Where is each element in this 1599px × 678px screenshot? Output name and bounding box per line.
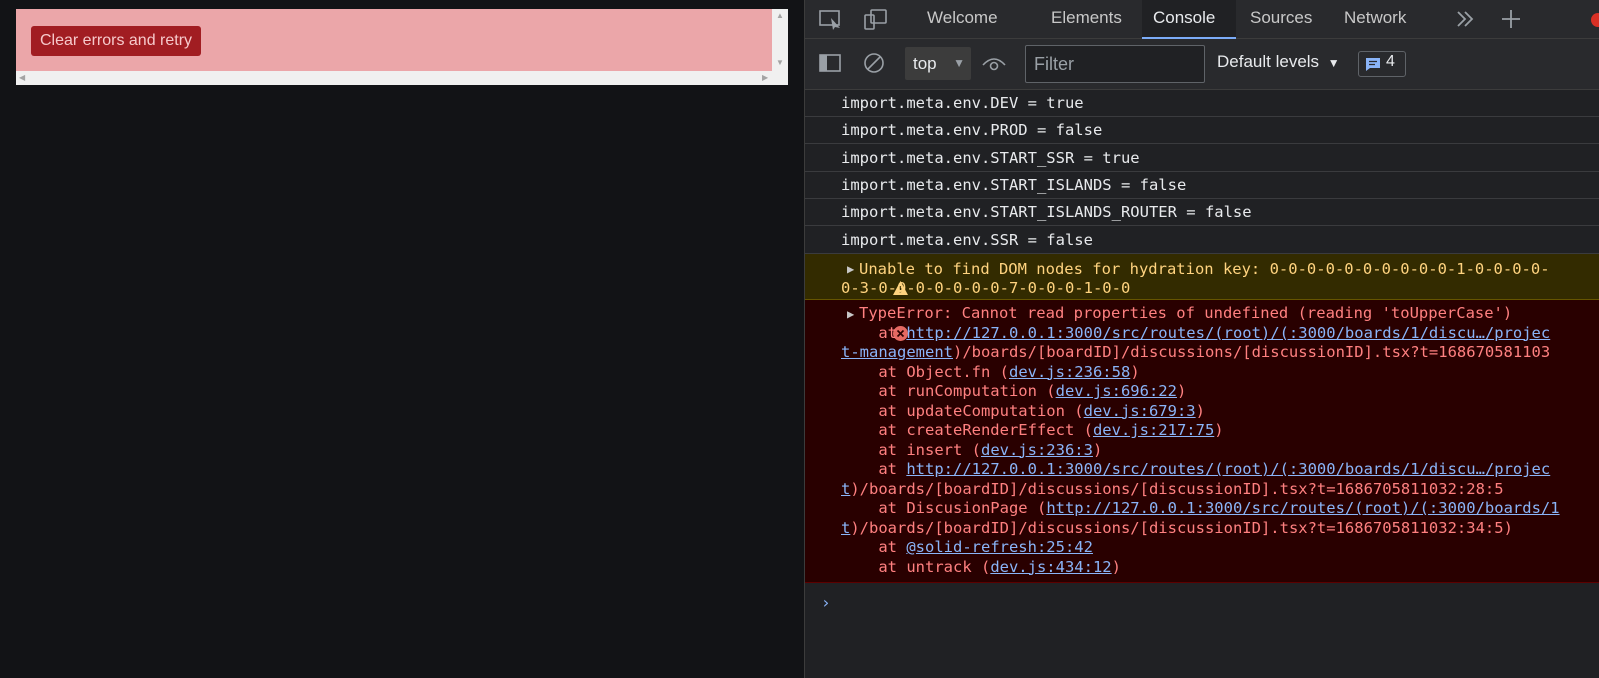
- tab-sources[interactable]: Sources: [1239, 0, 1323, 39]
- scroll-left-icon[interactable]: ◀: [19, 74, 25, 82]
- sidebar-toggle-icon[interactable]: [818, 52, 844, 74]
- tab-welcome[interactable]: Welcome: [916, 0, 1009, 39]
- console-prompt-icon[interactable]: ›: [821, 593, 831, 612]
- frame-horizontal-scrollbar[interactable]: ◀ ▶: [16, 71, 772, 85]
- stack-frame-text: )/boards/[boardID]/discussions/[discussi…: [850, 518, 1513, 537]
- stack-frame-text: at: [841, 538, 907, 556]
- issues-indicator-icon[interactable]: [1569, 9, 1599, 31]
- scroll-right-icon[interactable]: ▶: [762, 74, 768, 82]
- stack-frame-text: ): [1130, 362, 1140, 381]
- source-link[interactable]: http://127.0.0.1:3000/src/routes/(root)/…: [1046, 499, 1559, 517]
- stack-frame-text: ): [1214, 421, 1224, 439]
- console-output: import.meta.env.DEV = true import.meta.e…: [805, 90, 1599, 678]
- error-banner: Clear errors and retry: [16, 9, 772, 71]
- stack-frame-text: at insert (: [841, 440, 981, 459]
- source-link[interactable]: dev.js:217:75: [1093, 421, 1214, 439]
- expand-triangle-icon[interactable]: ▶: [847, 305, 854, 325]
- source-link[interactable]: http://127.0.0.1:3000/src/routes/(root)/…: [906, 460, 1550, 478]
- stack-frame: at http://127.0.0.1:3000/src/routes/(roo…: [841, 460, 1550, 480]
- log-levels-label: Default levels: [1217, 52, 1320, 71]
- clear-console-icon[interactable]: [862, 52, 888, 74]
- log-line: import.meta.env.START_ISLANDS = false: [805, 172, 1599, 199]
- stack-frame: t)/boards/[boardID]/discussions/[discuss…: [841, 480, 1504, 500]
- chevron-down-icon: ▼: [953, 56, 965, 70]
- warning-message-cont: 0-3-0-0-0-0-0-0-0-7-0-0-0-1-0-0: [841, 279, 1131, 297]
- expand-triangle-icon[interactable]: ▶: [847, 260, 854, 280]
- type-error-message: ▶ TypeError: Cannot read properties of u…: [805, 300, 1599, 583]
- stack-frame-text: ): [1176, 382, 1187, 400]
- source-link[interactable]: t-management: [841, 343, 953, 361]
- stack-frame-text: ): [1111, 557, 1121, 576]
- stack-frame-text: at untrack (: [841, 557, 991, 576]
- source-link[interactable]: http://127.0.0.1:3000/src/routes/(root)/…: [906, 324, 1550, 342]
- caret-down-icon: ▼: [1327, 56, 1340, 70]
- console-toolbar: top ▼ Default levels ▼ 4: [805, 39, 1599, 90]
- stack-frame: at runComputation (dev.js:696:22): [841, 382, 1186, 402]
- context-value: top: [913, 54, 937, 73]
- stack-frame-text: at DiscusionPage (: [841, 499, 1047, 517]
- warning-message: Unable to find DOM nodes for hydration k…: [859, 260, 1550, 278]
- more-tabs-icon[interactable]: [1453, 8, 1479, 30]
- log-line: import.meta.env.SSR = false: [805, 227, 1599, 254]
- source-link[interactable]: t: [841, 480, 850, 498]
- add-tab-icon[interactable]: [1498, 8, 1524, 30]
- source-link[interactable]: dev.js:696:22: [1056, 382, 1177, 400]
- error-frame: Clear errors and retry ▲ ▼ ◀ ▶: [16, 9, 788, 85]
- device-toolbar-icon[interactable]: [863, 9, 889, 31]
- stack-frame-text: ): [1092, 440, 1103, 459]
- source-link[interactable]: t: [841, 519, 850, 537]
- source-link[interactable]: dev.js:679:3: [1084, 402, 1196, 420]
- context-selector[interactable]: top ▼: [905, 47, 971, 80]
- stack-frame-text: at: [841, 460, 907, 478]
- filter-input[interactable]: [1025, 45, 1205, 83]
- stack-frame-text: )/boards/[boardID]/discussions/[discussi…: [850, 479, 1504, 498]
- devtools-panel: Welcome Elements Console Sources Network…: [804, 0, 1599, 678]
- source-link[interactable]: dev.js:236:3: [981, 441, 1093, 459]
- messages-badge[interactable]: 4: [1358, 51, 1406, 77]
- log-line: import.meta.env.START_SSR = true: [805, 145, 1599, 172]
- stack-frame-text: at runComputation (: [841, 382, 1056, 400]
- frame-vertical-scrollbar[interactable]: ▲ ▼: [772, 9, 788, 71]
- stack-frame-text: at createRenderEffect (: [841, 421, 1093, 439]
- stack-frame: at http://127.0.0.1:3000/src/routes/(roo…: [841, 324, 1550, 344]
- stack-frame: t)/boards/[boardID]/discussions/[discuss…: [841, 519, 1513, 539]
- stack-frame: at updateComputation (dev.js:679:3): [841, 402, 1205, 422]
- stack-frame-text: )/boards/[boardID]/discussions/[discussi…: [952, 343, 1551, 361]
- stack-frame: t-management)/boards/[boardID]/discussio…: [841, 343, 1550, 363]
- hydration-warning: ▶ Unable to find DOM nodes for hydration…: [805, 254, 1599, 300]
- stack-frame: at insert (dev.js:236:3): [841, 441, 1102, 461]
- tab-elements[interactable]: Elements: [1040, 0, 1133, 39]
- stack-frame: at @solid-refresh:25:42: [841, 538, 1093, 558]
- page-viewport: Clear errors and retry ▲ ▼ ◀ ▶: [0, 0, 804, 678]
- tab-console[interactable]: Console: [1142, 0, 1236, 39]
- log-levels-dropdown[interactable]: Default levels ▼: [1217, 52, 1340, 72]
- log-line: import.meta.env.START_ISLANDS_ROUTER = f…: [805, 199, 1599, 226]
- scroll-up-icon[interactable]: ▲: [776, 12, 784, 20]
- stack-frame: at Object.fn (dev.js:236:58): [841, 362, 1140, 383]
- source-link[interactable]: dev.js:236:58: [1009, 363, 1130, 381]
- scroll-down-icon[interactable]: ▼: [776, 59, 784, 67]
- stack-frame-text: at Object.fn (: [841, 362, 1009, 381]
- stack-frame-text: ): [1195, 401, 1205, 420]
- devtools-tabbar: Welcome Elements Console Sources Network: [805, 0, 1599, 39]
- stack-frame: at createRenderEffect (dev.js:217:75): [841, 421, 1224, 441]
- stack-frame-text: at updateComputation (: [841, 401, 1084, 420]
- inspect-element-icon[interactable]: [818, 9, 844, 31]
- stack-frame: at DiscusionPage (http://127.0.0.1:3000/…: [841, 499, 1559, 519]
- source-link[interactable]: dev.js:434:12: [990, 558, 1111, 576]
- error-title: TypeError: Cannot read properties of und…: [859, 304, 1513, 322]
- clear-errors-retry-button[interactable]: Clear errors and retry: [31, 26, 202, 56]
- log-line: import.meta.env.PROD = false: [805, 117, 1599, 144]
- tab-network[interactable]: Network: [1333, 0, 1417, 39]
- source-link[interactable]: @solid-refresh:25:42: [906, 538, 1093, 556]
- log-line: import.meta.env.DEV = true: [805, 90, 1599, 117]
- stack-frame-text: at: [841, 323, 907, 342]
- message-icon: [1365, 57, 1381, 77]
- live-expression-eye-icon[interactable]: [981, 53, 1007, 75]
- stack-frame: at untrack (dev.js:434:12): [841, 558, 1121, 578]
- message-count: 4: [1386, 53, 1395, 70]
